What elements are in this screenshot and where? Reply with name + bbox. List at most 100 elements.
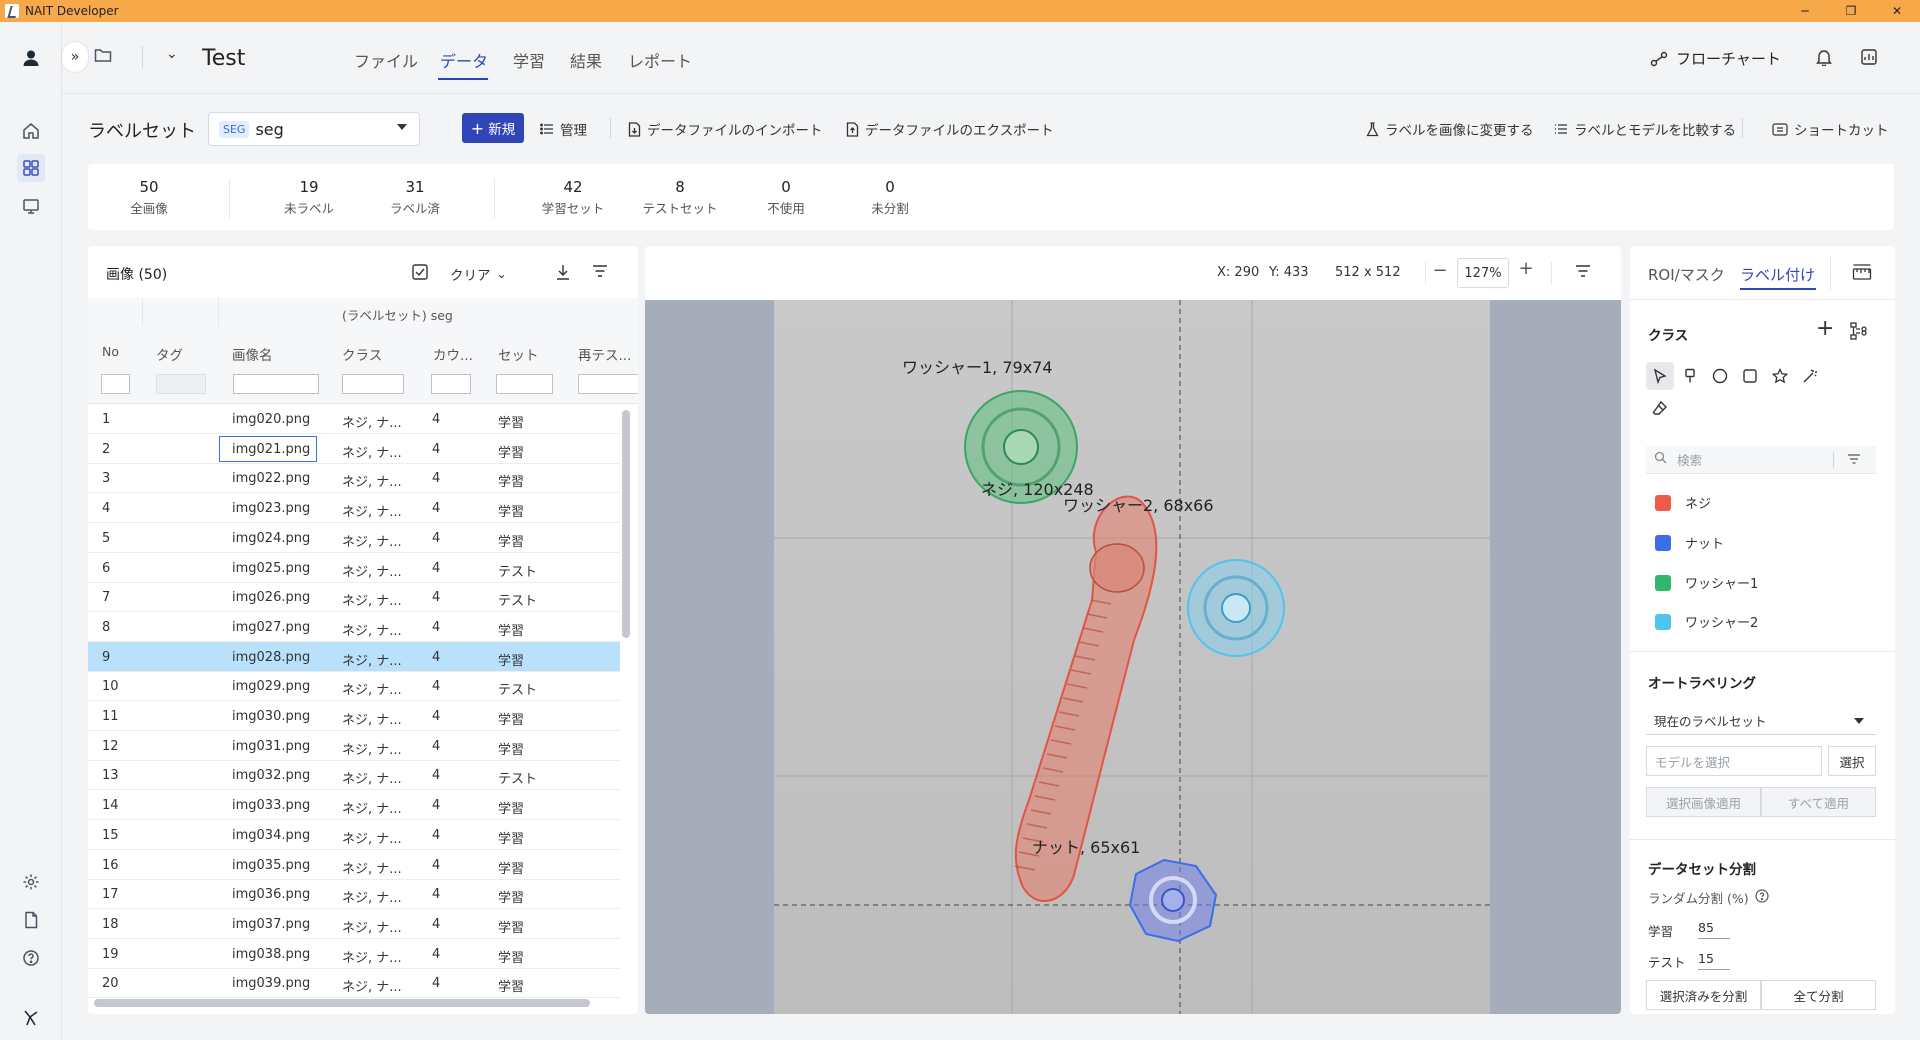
- table-row[interactable]: 5 img024.png ネジ, ナ... 4 学習: [88, 523, 620, 553]
- washer2-annotation[interactable]: [1187, 559, 1285, 657]
- table-row[interactable]: 12 img031.png ネジ, ナ... 4 学習: [88, 731, 620, 761]
- table-row[interactable]: 18 img037.png ネジ, ナ... 4 学習: [88, 909, 620, 939]
- table-row[interactable]: 11 img030.png ネジ, ナ... 4 学習: [88, 701, 620, 731]
- split-all-button[interactable]: 全て分割: [1761, 980, 1876, 1010]
- column-retest[interactable]: 再テス...: [578, 344, 631, 364]
- menu-report[interactable]: レポート: [628, 48, 692, 72]
- help-icon[interactable]: [17, 944, 45, 972]
- data-icon[interactable]: [17, 154, 45, 182]
- tab-labeling[interactable]: ラベル付け: [1740, 264, 1815, 285]
- apply-selected-images-button[interactable]: 選択画像適用: [1646, 787, 1761, 817]
- filter-name-input[interactable]: [233, 374, 319, 394]
- change-label-to-image-button[interactable]: ラベルを画像に変更する: [1366, 119, 1534, 139]
- magic-wand-tool-icon[interactable]: [1796, 362, 1824, 390]
- train-ratio-input[interactable]: 85: [1698, 917, 1730, 939]
- nut-annotation[interactable]: [1128, 858, 1218, 943]
- class-item-washer2[interactable]: ワッシャー2: [1655, 612, 1758, 631]
- filter-icon[interactable]: [592, 264, 608, 282]
- model-select-input[interactable]: モデルを選択: [1646, 746, 1822, 776]
- column-count[interactable]: カウ...: [433, 344, 473, 364]
- compare-label-model-button[interactable]: ラベルとモデルを比較する: [1554, 119, 1736, 139]
- restore-button[interactable]: ❐: [1828, 0, 1874, 22]
- column-no[interactable]: No: [102, 344, 119, 359]
- clear-dropdown[interactable]: クリア ⌄: [450, 264, 507, 284]
- column-class[interactable]: クラス: [342, 344, 382, 364]
- table-row[interactable]: 3 img022.png ネジ, ナ... 4 学習: [88, 463, 620, 494]
- horizontal-scrollbar[interactable]: [94, 999, 590, 1007]
- circle-tool-icon[interactable]: [1706, 362, 1734, 390]
- filter-count-input[interactable]: [431, 374, 471, 394]
- table-row[interactable]: 7 img026.png ネジ, ナ... 4 テスト: [88, 582, 620, 613]
- table-row[interactable]: 17 img036.png ネジ, ナ... 4 学習: [88, 879, 620, 910]
- zoom-level-field[interactable]: 127%: [1457, 258, 1509, 288]
- class-search-box[interactable]: 検索: [1646, 446, 1876, 474]
- table-row[interactable]: 15 img034.png ネジ, ナ... 4 学習: [88, 820, 620, 850]
- close-button[interactable]: ✕: [1874, 0, 1920, 22]
- monitor-icon[interactable]: [17, 192, 45, 220]
- column-tag[interactable]: タグ: [156, 344, 183, 364]
- table-row[interactable]: 2 img021.png ネジ, ナ... 4 学習: [88, 434, 620, 464]
- zoom-in-button[interactable]: +: [1511, 258, 1541, 279]
- home-icon[interactable]: [17, 117, 45, 145]
- column-set[interactable]: セット: [498, 344, 539, 364]
- zoom-out-button[interactable]: −: [1425, 260, 1455, 281]
- canvas-settings-icon[interactable]: [1575, 264, 1591, 282]
- menu-training[interactable]: 学習: [513, 48, 545, 72]
- tab-roi-mask[interactable]: ROI/マスク: [1648, 264, 1725, 285]
- project-chevron-down-icon[interactable]: ⌄: [166, 46, 178, 62]
- select-pointer-tool-icon[interactable]: [1646, 362, 1674, 390]
- flowchart-button[interactable]: フローチャート: [1650, 48, 1781, 69]
- add-class-plus-icon[interactable]: +: [1816, 316, 1834, 341]
- class-hierarchy-icon[interactable]: [1850, 322, 1872, 344]
- settings-icon[interactable]: [17, 868, 45, 896]
- minimize-button[interactable]: ─: [1782, 0, 1828, 22]
- column-image-name[interactable]: 画像名: [232, 344, 273, 364]
- table-row[interactable]: 9 img028.png ネジ, ナ... 4 学習: [88, 641, 620, 672]
- filter-set-input[interactable]: [496, 374, 553, 394]
- table-row[interactable]: 20 img039.png ネジ, ナ... 4 学習: [88, 968, 620, 999]
- search-filter-icon[interactable]: [1847, 453, 1861, 469]
- ruler-icon[interactable]: [1852, 263, 1872, 285]
- split-selected-button[interactable]: 選択済みを分割: [1646, 980, 1761, 1010]
- menu-results[interactable]: 結果: [570, 48, 602, 72]
- info-help-icon[interactable]: [1755, 889, 1769, 906]
- manage-button[interactable]: 管理: [540, 119, 587, 139]
- select-model-button[interactable]: 選択: [1828, 746, 1876, 776]
- table-row[interactable]: 10 img029.png ネジ, ナ... 4 テスト: [88, 671, 620, 702]
- dashboard-icon[interactable]: [1860, 48, 1878, 70]
- auto-label-source-select[interactable]: 現在のラベルセット: [1646, 707, 1876, 735]
- document-icon[interactable]: [17, 906, 45, 934]
- download-icon[interactable]: [554, 263, 572, 285]
- table-row[interactable]: 16 img035.png ネジ, ナ... 4 学習: [88, 850, 620, 880]
- table-row[interactable]: 6 img025.png ネジ, ナ... 4 テスト: [88, 553, 620, 583]
- expand-nav-button[interactable]: »: [62, 42, 88, 72]
- shortcut-button[interactable]: ショートカット: [1772, 119, 1889, 139]
- menu-file[interactable]: ファイル: [354, 48, 418, 72]
- import-data-button[interactable]: データファイルのインポート: [628, 119, 823, 139]
- filter-class-input[interactable]: [342, 374, 404, 394]
- table-row[interactable]: 1 img020.png ネジ, ナ... 4 学習: [88, 404, 620, 434]
- label-set-select[interactable]: SEG seg: [208, 112, 420, 146]
- user-icon[interactable]: [17, 44, 45, 72]
- menu-data[interactable]: データ: [440, 48, 488, 72]
- export-data-button[interactable]: データファイルのエクスポート: [846, 119, 1054, 139]
- class-item-washer1[interactable]: ワッシャー1: [1655, 573, 1758, 592]
- table-row[interactable]: 19 img038.png ネジ, ナ... 4 学習: [88, 939, 620, 969]
- image-viewport[interactable]: ワッシャー1, 79x74 ネジ, 120x248 ワッシャー2, 68x66 …: [645, 300, 1621, 1014]
- filter-no-input[interactable]: [101, 374, 130, 394]
- class-item-screw[interactable]: ネジ: [1655, 493, 1711, 512]
- table-row[interactable]: 13 img032.png ネジ, ナ... 4 テスト: [88, 760, 620, 791]
- table-row[interactable]: 8 img027.png ネジ, ナ... 4 学習: [88, 612, 620, 642]
- vertical-scrollbar[interactable]: [622, 410, 630, 638]
- bell-icon[interactable]: [1816, 48, 1832, 70]
- table-row[interactable]: 4 img023.png ネジ, ナ... 4 学習: [88, 493, 620, 524]
- eraser-tool-icon[interactable]: [1646, 394, 1674, 422]
- filter-retest-input[interactable]: [578, 374, 638, 394]
- class-item-nut[interactable]: ナット: [1655, 533, 1724, 552]
- brush-tool-icon[interactable]: [1676, 362, 1704, 390]
- polygon-star-tool-icon[interactable]: [1766, 362, 1794, 390]
- test-ratio-input[interactable]: 15: [1698, 948, 1730, 970]
- select-all-checkbox-icon[interactable]: [411, 263, 429, 285]
- apply-all-button[interactable]: すべて適用: [1761, 787, 1876, 817]
- new-button[interactable]: + 新規: [462, 113, 524, 143]
